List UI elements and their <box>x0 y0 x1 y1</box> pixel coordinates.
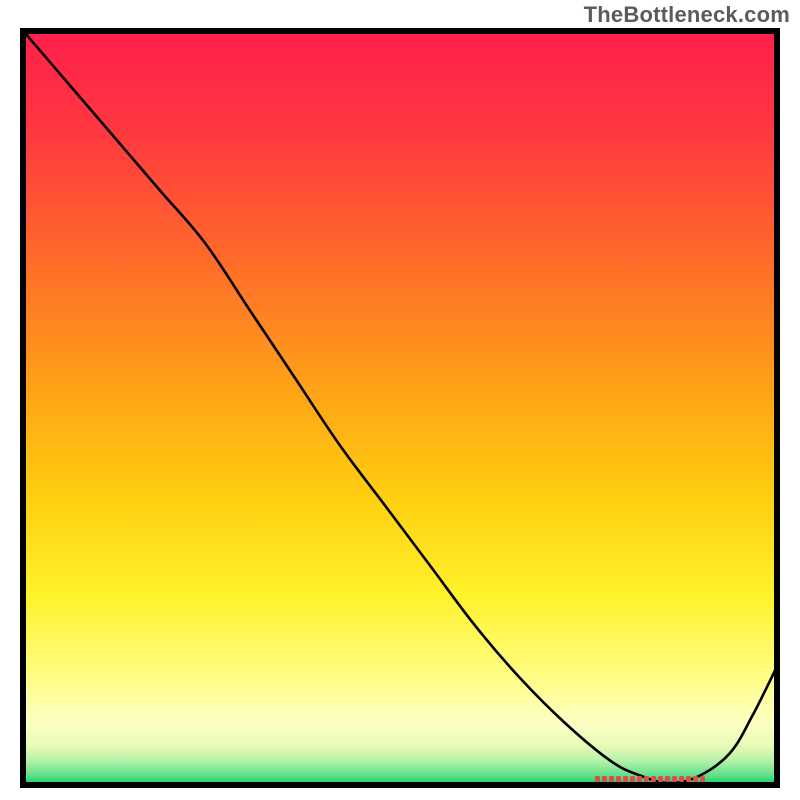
heatmap-background <box>25 33 775 783</box>
chart-canvas <box>20 28 780 788</box>
watermark-text: TheBottleneck.com <box>584 2 790 28</box>
